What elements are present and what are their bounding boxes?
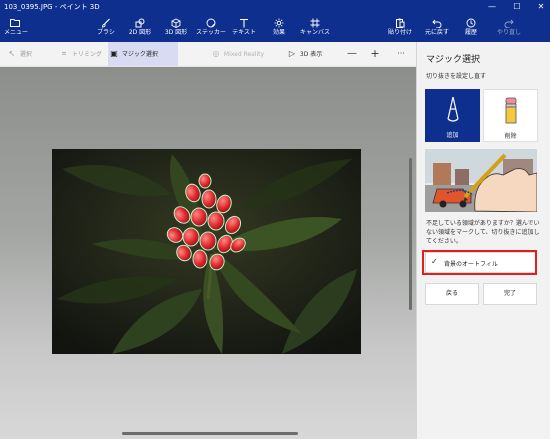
maximize-button[interactable]: ☐ — [507, 1, 527, 13]
sticker-icon — [195, 18, 227, 29]
effects-button[interactable]: 効果 — [266, 18, 292, 41]
brush-icon — [92, 18, 120, 29]
zoom-in-button[interactable]: + — [370, 42, 380, 66]
paste-button[interactable]: 貼り付け — [385, 18, 415, 41]
undo-button[interactable]: 元に戻す — [422, 18, 452, 41]
text-label: テキスト — [232, 29, 256, 36]
more-options-button[interactable]: ··· — [395, 42, 407, 66]
sticker-label: ステッカー — [195, 29, 226, 36]
cursor-icon: ↖ — [8, 49, 16, 58]
text-button[interactable]: テキスト — [229, 18, 259, 41]
tutorial-illustration — [425, 149, 537, 212]
magic-select-icon: ▣ — [110, 49, 118, 58]
add-mode-button[interactable]: 追加 — [425, 89, 480, 142]
back-button[interactable]: 戻る — [425, 283, 479, 305]
mixed-reality-tool[interactable]: ◎ Mixed Reality — [210, 42, 265, 66]
text-icon — [229, 18, 259, 29]
close-button[interactable]: ✕ — [531, 1, 550, 13]
eraser-icon — [484, 96, 537, 130]
panel-subtitle: 切り抜きを設定し直す — [426, 73, 487, 80]
3d-shapes-label: 3D 図形 — [164, 29, 188, 36]
done-button[interactable]: 完了 — [483, 283, 537, 305]
paste-icon — [385, 18, 415, 29]
horizontal-scrollbar[interactable] — [122, 432, 298, 435]
2d-shapes-icon — [124, 18, 156, 29]
window-title: 103_0395.JPG - ペイント 3D — [4, 3, 100, 11]
effects-icon — [266, 18, 292, 29]
undo-icon — [422, 18, 452, 29]
highlight-annotation-box — [422, 250, 537, 275]
redo-button[interactable]: やり直し — [493, 18, 525, 41]
redo-icon — [493, 18, 525, 29]
canvas-button[interactable]: キャンバス — [298, 18, 332, 41]
3d-view-icon: ▷ — [288, 49, 296, 58]
paste-label: 貼り付け — [387, 29, 412, 36]
select-tool-label: 選択 — [19, 51, 32, 58]
3d-shapes-button[interactable]: 3D 図形 — [160, 18, 192, 41]
top-ribbon: 103_0395.JPG - ペイント 3D — ☐ ✕ メニュー ブラシ 2D… — [0, 0, 550, 42]
3d-view-toggle[interactable]: ▷ 3D 表示 — [286, 42, 322, 66]
panel-title: マジック選択 — [426, 55, 481, 65]
redo-label: やり直し — [496, 29, 521, 36]
history-label: 履歴 — [464, 29, 477, 36]
crop-tool[interactable]: ⌗ トリミング — [58, 42, 102, 66]
brush-label: ブラシ — [97, 29, 115, 36]
brush-tool-button[interactable]: ブラシ — [92, 18, 120, 41]
mixed-reality-label: Mixed Reality — [223, 51, 265, 58]
effects-label: 効果 — [272, 29, 285, 36]
remove-mode-label: 削除 — [504, 133, 517, 140]
magic-select-tool[interactable]: ▣ マジック選択 — [108, 42, 178, 66]
canvas-area[interactable] — [0, 67, 416, 439]
undo-label: 元に戻す — [424, 29, 449, 36]
panel-description: 不足している領域がありますか？選んでいない領域をマークして、切り抜きに追加してく… — [426, 220, 540, 245]
selection-toolbar: ↖ 選択 ⌗ トリミング ▣ マジック選択 ◎ Mixed Reality ▷ … — [0, 42, 416, 67]
zoom-out-button[interactable]: — — [347, 42, 357, 66]
select-tool[interactable]: ↖ 選択 — [6, 42, 32, 66]
history-icon — [458, 18, 484, 29]
canvas-label: キャンバス — [299, 29, 330, 36]
2d-shapes-button[interactable]: 2D 図形 — [124, 18, 156, 41]
menu-button[interactable]: メニュー — [4, 18, 29, 41]
remove-mode-button[interactable]: 削除 — [483, 89, 538, 142]
vertical-scrollbar[interactable] — [409, 158, 412, 310]
sticker-button[interactable]: ステッカー — [195, 18, 227, 41]
folder-icon — [4, 18, 26, 29]
crop-tool-label: トリミング — [71, 51, 102, 58]
add-pen-icon — [425, 95, 480, 129]
canvas-icon — [298, 18, 332, 29]
3d-view-label: 3D 表示 — [299, 51, 323, 58]
add-mode-label: 追加 — [446, 132, 459, 139]
2d-shapes-label: 2D 図形 — [128, 29, 152, 36]
history-button[interactable]: 履歴 — [458, 18, 484, 41]
crop-icon: ⌗ — [61, 49, 67, 58]
minimize-button[interactable]: — — [482, 1, 502, 13]
menu-label: メニュー — [4, 29, 29, 36]
magic-select-panel: マジック選択 切り抜きを設定し直す 追加 削除 不足している領域がありますか？選… — [416, 42, 550, 439]
mixed-reality-icon: ◎ — [212, 49, 220, 58]
photo-canvas[interactable] — [52, 149, 361, 354]
3d-shapes-icon — [160, 18, 192, 29]
magic-select-tool-label: マジック選択 — [121, 51, 158, 58]
